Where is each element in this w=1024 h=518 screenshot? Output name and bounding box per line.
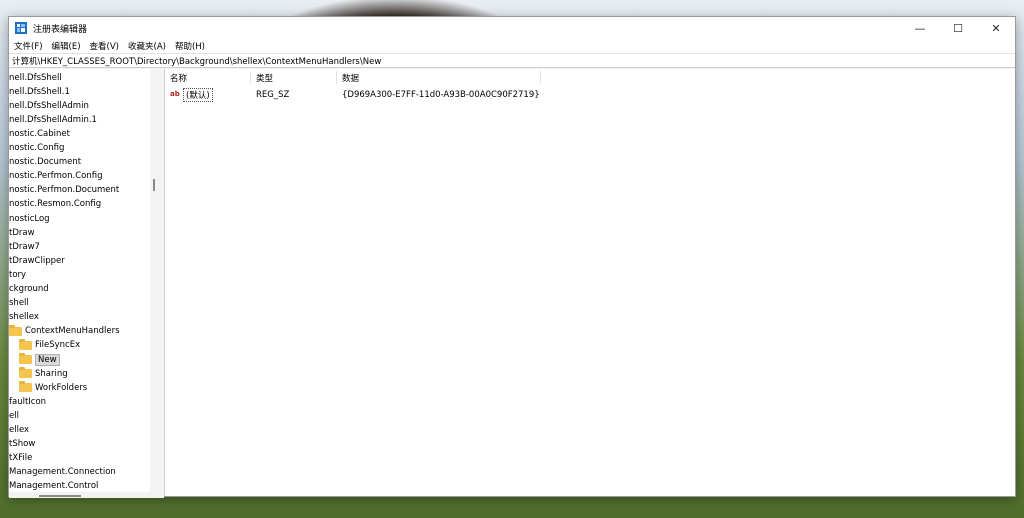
folder-icon <box>9 324 22 336</box>
title-bar[interactable]: 注册表编辑器 — ☐ ✕ <box>9 17 1015 39</box>
tree-item[interactable]: ContextMenuHandlers <box>9 324 120 338</box>
key-tree-pane: nell.DfsShell nell.DfsShell.1 nell.DfsShel… <box>9 69 151 492</box>
tree-item[interactable]: New <box>19 353 60 366</box>
tree-item-label: Management.Connection <box>9 467 116 478</box>
tree-item-label: New <box>35 353 60 366</box>
value-name-cell: ab (默认) <box>170 87 213 102</box>
values-pane: 名称 类型 数据 ab (默认) REG_SZ {D969A300-E7FF-1… <box>164 69 1015 496</box>
menu-help[interactable]: 帮助(H) <box>171 40 209 52</box>
tree-item-label: nostic.Document <box>9 157 82 168</box>
tree-item-label: tory <box>9 269 27 280</box>
tree-item-label: nell.DfsShellAdmin <box>9 100 89 111</box>
tree-item[interactable]: tory <box>9 268 26 281</box>
close-button[interactable]: ✕ <box>977 17 1015 39</box>
address-bar[interactable]: 计算机\HKEY_CLASSES_ROOT\Directory\Backgrou… <box>9 53 1015 68</box>
menu-view[interactable]: 查看(V) <box>86 40 123 52</box>
tree-item[interactable]: FileSyncEx <box>19 338 81 352</box>
tree-item[interactable]: Sharing <box>19 367 68 380</box>
tree-item[interactable]: nostic.Cabinet <box>9 127 70 140</box>
folder-icon <box>19 353 32 364</box>
registry-editor-window: 注册表编辑器 — ☐ ✕ 文件(F) 编辑(E) 查看(V) 收藏夹(A) 帮助… <box>8 16 1016 498</box>
column-header-type[interactable]: 类型 <box>251 71 337 84</box>
tree-item[interactable]: Management.Connection <box>9 466 116 479</box>
tree-item[interactable]: tDrawClipper <box>9 254 65 267</box>
tree-item-label: tDraw <box>9 227 35 238</box>
tree-item-label: nell.DfsShell <box>9 72 62 83</box>
tree-item[interactable]: nell.DfsShell.1 <box>9 85 70 98</box>
tree-horizontal-scrollbar[interactable] <box>9 492 150 498</box>
folder-icon <box>19 367 32 379</box>
tree-item-label: shellex <box>9 312 39 323</box>
value-type-cell: REG_SZ <box>256 89 290 100</box>
address-path: 计算机\HKEY_CLASSES_ROOT\Directory\Backgrou… <box>12 56 382 67</box>
column-header-data[interactable]: 数据 <box>337 71 541 84</box>
tree-item-label: nostic.Cabinet <box>9 128 70 139</box>
tree-item[interactable]: ckground <box>9 283 49 296</box>
menu-edit[interactable]: 编辑(E) <box>48 40 85 52</box>
tree-item[interactable]: nell.DfsShellAdmin <box>9 99 89 112</box>
tree-item[interactable]: nostic.Config <box>9 142 64 155</box>
tree-item[interactable]: nostic.Document <box>9 156 81 169</box>
tree-scroll-thumb[interactable] <box>39 495 81 497</box>
splitter-grip[interactable] <box>153 179 155 191</box>
tree-item-label: nostic.Perfmon.Config <box>9 171 103 182</box>
tree-item[interactable]: nell.DfsShell <box>9 71 62 84</box>
tree-item[interactable]: nostic.Perfmon.Config <box>9 170 102 183</box>
tree-item[interactable]: nosticLog <box>9 212 50 225</box>
tree-item-label: tDrawClipper <box>9 255 65 266</box>
tree-item[interactable]: ellex <box>9 424 29 437</box>
tree-item[interactable]: tShow <box>9 438 35 451</box>
tree-item-label: Sharing <box>35 368 68 379</box>
tree-item[interactable]: ell <box>9 409 19 422</box>
folder-icon <box>19 338 32 350</box>
tree-item[interactable]: tDraw <box>9 226 35 239</box>
tree-item-label: nostic.Config <box>9 143 65 153</box>
tree-item[interactable]: nell.DfsShellAdmin.1 <box>9 113 97 126</box>
value-name: (默认) <box>183 87 213 102</box>
tree-item[interactable]: nostic.Resmon.Config <box>9 198 101 211</box>
tree-item-label: ellex <box>9 425 30 435</box>
tree-item-label: nostic.Perfmon.Document <box>9 185 120 196</box>
tree-item-label: nostic.Resmon.Config <box>9 199 102 210</box>
registry-app-icon <box>15 22 27 34</box>
tree-item-label: Management.Control <box>9 481 99 492</box>
tree-item[interactable]: faultIcon <box>9 395 46 408</box>
folder-icon <box>19 381 32 393</box>
window-controls: — ☐ ✕ <box>901 17 1015 39</box>
tree-item[interactable]: tXFile <box>9 452 32 465</box>
value-data-cell: {D969A300-E7FF-11d0-A93B-00A0C90F2719} <box>342 89 540 100</box>
tree-item[interactable]: WorkFolders <box>19 381 87 394</box>
tree-item-label: tXFile <box>9 453 33 464</box>
tree-item[interactable]: nostic.Perfmon.Document <box>9 184 119 197</box>
tree-item[interactable]: Management.Control <box>9 480 98 492</box>
menu-favorites[interactable]: 收藏夹(A) <box>124 40 170 52</box>
tree-item-label: nell.DfsShell.1 <box>9 86 70 97</box>
close-icon: ✕ <box>991 21 1001 35</box>
tree-item-label: nell.DfsShellAdmin.1 <box>9 114 97 125</box>
tree-item-label: nosticLog <box>9 213 50 224</box>
tree-item-label: shell <box>9 298 29 309</box>
tree-item-label: FileSyncEx <box>35 340 81 351</box>
value-row[interactable]: ab (默认) REG_SZ {D969A300-E7FF-11d0-A93B-… <box>165 87 1015 102</box>
minimize-button[interactable]: — <box>901 17 939 39</box>
tree-item-label: ell <box>9 410 19 421</box>
string-value-icon: ab <box>170 90 180 98</box>
minimize-icon: — <box>914 21 926 35</box>
tree-item-label: ContextMenuHandlers <box>25 326 120 337</box>
column-header-name[interactable]: 名称 <box>165 71 251 84</box>
menu-file[interactable]: 文件(F) <box>10 40 47 52</box>
tree-item-label: faultIcon <box>9 396 47 407</box>
tree-item[interactable]: shell <box>9 297 29 310</box>
tree-item-label: ckground <box>9 284 49 294</box>
menu-bar: 文件(F) 编辑(E) 查看(V) 收藏夹(A) 帮助(H) <box>9 39 1015 53</box>
tree-item-label: WorkFolders <box>35 382 88 393</box>
maximize-icon: ☐ <box>953 21 963 35</box>
tree-item-label: tShow <box>9 439 36 450</box>
tree-item-label: tDraw7 <box>9 241 40 252</box>
tree-item[interactable]: tDraw7 <box>9 240 40 253</box>
tree-item[interactable]: shellex <box>9 311 39 324</box>
window-title: 注册表编辑器 <box>33 24 88 35</box>
pane-splitter[interactable] <box>150 69 164 498</box>
maximize-button[interactable]: ☐ <box>939 17 977 39</box>
